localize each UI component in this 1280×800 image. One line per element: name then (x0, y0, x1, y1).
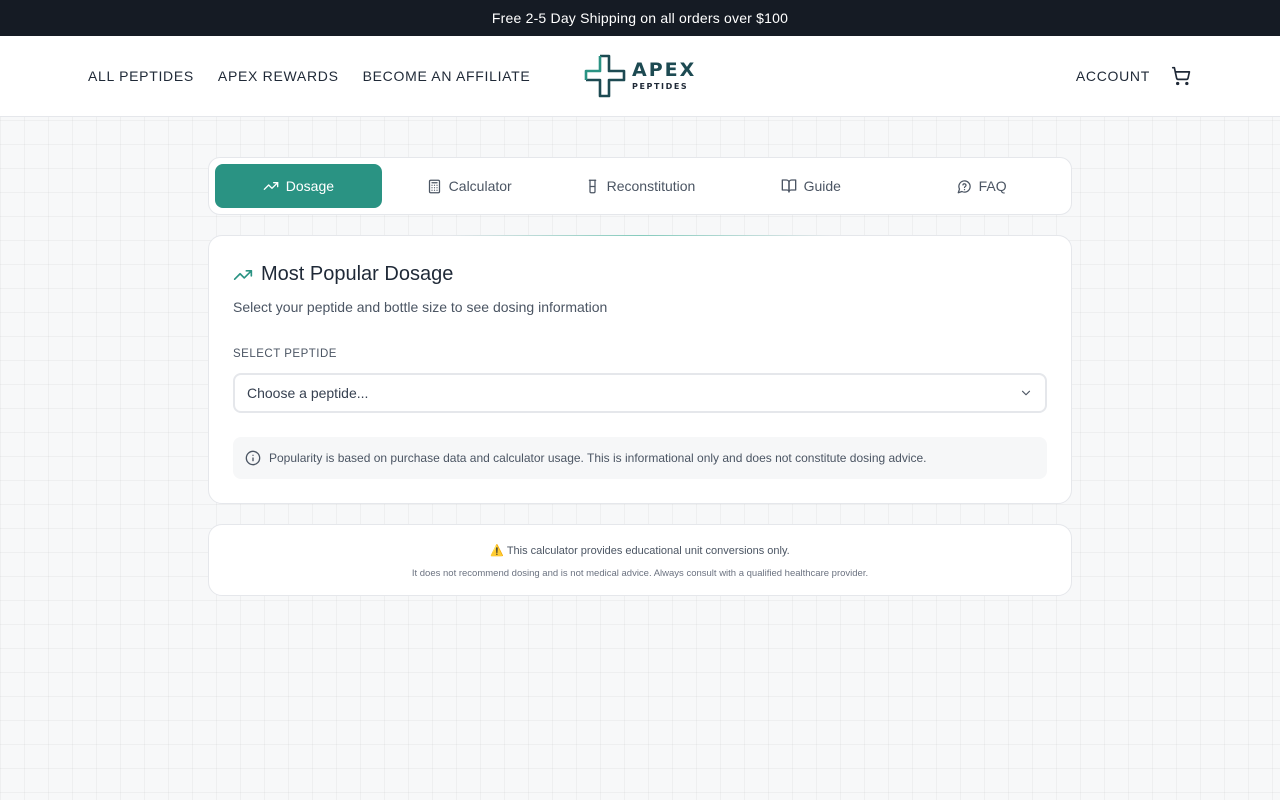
nav-all-peptides[interactable]: ALL PEPTIDES (88, 68, 194, 84)
card-accent-line (449, 235, 831, 236)
promo-text: Free 2-5 Day Shipping on all orders over… (491, 10, 789, 26)
nav-apex-rewards[interactable]: APEX REWARDS (218, 68, 339, 84)
dosage-card: Most Popular Dosage Select your peptide … (208, 235, 1072, 504)
disclaimer-line1: This calculator provides educational uni… (506, 544, 790, 557)
tab-faq[interactable]: FAQ (898, 164, 1065, 208)
logo-cross-icon (584, 54, 626, 98)
main-nav: ALL PEPTIDES APEX REWARDS BECOME AN AFFI… (88, 36, 530, 116)
nav-become-affiliate[interactable]: BECOME AN AFFILIATE (363, 68, 531, 84)
site-logo[interactable]: APEX PEPTIDES (582, 51, 698, 101)
tab-reconstitution[interactable]: Reconstitution (557, 164, 724, 208)
logo-name: APEX (632, 59, 697, 81)
card-title: Most Popular Dosage (233, 263, 453, 286)
disclaimer-card: ⚠️ This calculator provides educational … (208, 524, 1072, 596)
select-peptide-label: SELECT PEPTIDE (233, 348, 337, 360)
vial-icon (588, 179, 596, 193)
info-icon (245, 450, 261, 466)
tab-guide[interactable]: Guide (727, 164, 894, 208)
cart-icon[interactable] (1170, 65, 1192, 87)
tool-tabs: Dosage Calculator Reconstitution Guide F… (208, 157, 1072, 215)
chevron-down-icon (1021, 390, 1031, 396)
tab-label: Dosage (285, 178, 335, 194)
tab-dosage[interactable]: Dosage (215, 164, 382, 208)
select-placeholder: Choose a peptide... (247, 385, 369, 401)
disclaimer-line2: It does not recommend dosing and is not … (411, 567, 869, 579)
message-circle-icon (957, 179, 971, 193)
trending-up-icon (233, 269, 253, 280)
logo-subtitle: PEPTIDES (632, 82, 689, 91)
info-note: Popularity is based on purchase data and… (233, 437, 1047, 479)
book-open-icon (781, 179, 796, 193)
tab-label: Reconstitution (606, 178, 696, 194)
info-text: Popularity is based on purchase data and… (269, 451, 927, 465)
peptide-select[interactable]: Choose a peptide... (233, 373, 1047, 413)
tab-label: Guide (803, 178, 841, 194)
tab-label: Calculator (448, 178, 512, 194)
tab-label: FAQ (978, 178, 1007, 194)
account-link[interactable]: ACCOUNT (1076, 68, 1150, 84)
promo-bar: Free 2-5 Day Shipping on all orders over… (0, 0, 1280, 36)
disclaimer-main: ⚠️ This calculator provides educational … (490, 544, 789, 557)
card-title-text: Most Popular Dosage (261, 263, 454, 285)
card-subtitle: Select your peptide and bottle size to s… (233, 299, 608, 315)
trending-up-icon (263, 182, 279, 190)
calculator-icon (428, 179, 440, 193)
tab-calculator[interactable]: Calculator (386, 164, 553, 208)
warning-icon: ⚠️ (490, 544, 504, 557)
header-actions: ACCOUNT (1076, 36, 1192, 116)
site-header: ALL PEPTIDES APEX REWARDS BECOME AN AFFI… (0, 36, 1280, 117)
